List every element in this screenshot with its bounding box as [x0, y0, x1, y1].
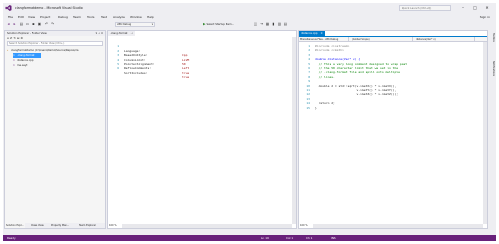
save-icon[interactable]: ▪ [31, 22, 36, 27]
file-icon: ▫ [13, 64, 15, 67]
status-ready: Ready [7, 236, 16, 240]
search-placeholder: Search Solution Explorer - Folder View (… [9, 42, 65, 45]
minimize-button[interactable]: – [458, 4, 468, 12]
standard-toolbar: ◂ ▸ ▤ ▭ ▪ ▣ ↶ ↷ x86 Debug ▾ ▶ Select Sta… [3, 20, 496, 29]
settings-icon[interactable]: ⚙ [20, 36, 23, 40]
configuration-value: x86 Debug [117, 23, 132, 26]
line-number: 15 [306, 105, 310, 110]
start-button-label: Select Startup Item... [206, 23, 235, 26]
close-button[interactable]: ✕ [482, 4, 492, 12]
project-dropdown[interactable]: Miscellaneous Files - x86 Debug [299, 37, 349, 42]
tab-property-manager[interactable]: Property Man... [50, 223, 70, 228]
tab-label: distance.cpp [301, 32, 318, 35]
code-line: SortIncludes: [124, 71, 147, 75]
toolbar-icon-6[interactable]: ▤ [283, 22, 288, 27]
start-button[interactable]: ▶ Select Startup Item... [203, 22, 234, 27]
tab-solution-explorer[interactable]: Solution Expl... [5, 223, 25, 228]
toolbar-icon-5[interactable]: ▥ [277, 22, 282, 27]
vs-window: clangformatdemo - Microsoft Visual Studi… [3, 3, 496, 241]
member-dropdown[interactable]: distance(Vec* v) [415, 37, 475, 42]
open-file-icon[interactable]: ▭ [25, 22, 30, 27]
save-all-icon[interactable]: ▣ [37, 22, 42, 27]
refresh-icon[interactable]: ↻ [13, 36, 16, 40]
new-project-icon[interactable]: ▤ [19, 22, 24, 27]
tab-team-explorer[interactable]: Team Explorer [78, 223, 97, 228]
back-icon[interactable]: ◂ [6, 22, 11, 27]
horizontal-scrollbar[interactable] [313, 224, 483, 228]
toolbar-icon-2[interactable]: ⇥ [259, 22, 264, 27]
undo-icon[interactable]: ↶ [44, 22, 49, 27]
code-line: } [315, 105, 317, 110]
tab-class-view[interactable]: Class View [30, 223, 45, 228]
quick-launch-input[interactable]: Quick Launch (Ctrl+Q) ⌕ [399, 5, 451, 11]
menu-help[interactable]: Help [147, 15, 154, 19]
solution-explorer-panel: Solution Explorer - Folder View ▾ ⊣ ✕ ⌂ … [4, 30, 106, 229]
vertical-scrollbar[interactable] [292, 37, 296, 224]
tree-item-label: clangformatdemo (C:\Users\Demo\Source\Re… [11, 49, 79, 52]
solution-configuration-select[interactable]: x86 Debug ▾ [115, 22, 155, 27]
navigation-bar: Miscellaneous Files - x86 Debug (Global … [299, 37, 487, 42]
close-icon[interactable]: ✕ [321, 32, 323, 35]
yaml-key: SortIncludes: [124, 70, 148, 75]
home-icon[interactable]: ⌂ [7, 36, 9, 40]
toolbar-icon-1[interactable]: ◫ [253, 22, 258, 27]
solution-explorer-title: Solution Explorer - Folder View [7, 32, 47, 35]
folder-icon: ▸ [7, 49, 9, 52]
tab-notifications[interactable]: Notifications [490, 61, 495, 76]
status-bar: Ready Ln 19 Col 1 Ch 1 INS [3, 235, 496, 241]
toolbar-icon-4[interactable]: ▮ [271, 22, 276, 27]
right-tool-strip: Toolbox Notifications [489, 29, 496, 229]
tab-clang-format[interactable]: .clang-format ⊣ [108, 31, 135, 36]
horizontal-scrollbar[interactable] [122, 224, 292, 228]
sign-in-link[interactable]: Sign in [480, 15, 490, 19]
cpp-editor: distance.cpp ✕ Miscellaneous Files - x86 … [298, 30, 488, 229]
line-number: 6 [117, 66, 119, 71]
menu-debug[interactable]: Debug [58, 15, 68, 19]
tree-item-label: me.sayt [17, 64, 28, 67]
tab-toolbox[interactable]: Toolbox [490, 33, 495, 42]
visual-studio-logo-icon [5, 5, 12, 11]
zoom-level[interactable]: 100 % [109, 224, 117, 228]
menu-project[interactable]: Project [40, 15, 50, 19]
clang-format-editor: .clang-format ⊣ 1 Language: Cpp 2 BasedOn… [107, 30, 297, 229]
search-icon: ⌕ [402, 7, 404, 10]
status-column: Col 1 [286, 236, 294, 240]
menu-edit[interactable]: Edit [18, 15, 24, 19]
tab-label: .clang-format [110, 32, 128, 35]
title-bar: clangformatdemo - Microsoft Visual Studi… [3, 3, 496, 14]
pin-icon[interactable]: ⊣ [130, 32, 132, 35]
status-char: Ch 1 [306, 236, 313, 240]
redo-icon[interactable]: ↷ [50, 22, 55, 27]
menu-analyze[interactable]: Analyze [113, 15, 125, 19]
menu-team[interactable]: Team [73, 15, 81, 19]
solution-explorer-bottom-tabs: Solution Expl... Class View Property Man… [5, 223, 105, 228]
chevron-down-icon: ▾ [151, 23, 153, 26]
tree-item-label: .clang-format [17, 54, 35, 57]
vertical-scrollbar[interactable] [483, 42, 487, 224]
menu-test[interactable]: Test [101, 15, 107, 19]
tree-item-me-sayt[interactable]: ▫ me.sayt [13, 63, 27, 68]
yaml-value: true [182, 75, 190, 80]
tree-item-label: distance.cpp [17, 59, 34, 62]
forward-icon[interactable]: ▸ [12, 22, 17, 27]
sync-icon[interactable]: ⇄ [10, 36, 13, 40]
scope-dropdown[interactable]: (Global Scope) [351, 37, 413, 42]
maximize-button[interactable]: □ [470, 4, 480, 12]
menu-view[interactable]: View [28, 15, 35, 19]
solution-explorer-search-input[interactable]: Search Solution Explorer - Folder View (… [7, 41, 103, 46]
status-line: Ln 19 [261, 236, 269, 240]
zoom-level[interactable]: 100 % [300, 224, 308, 228]
collapse-icon[interactable]: ⊟ [17, 36, 20, 40]
yaml-key: ReflowComments: [124, 66, 152, 71]
menu-file[interactable]: File [8, 15, 13, 19]
window-title: clangformatdemo - Microsoft Visual Studi… [15, 6, 83, 10]
status-insert-mode: INS [331, 236, 336, 240]
menu-window[interactable]: Window [130, 15, 142, 19]
toolbar-icon-3[interactable]: ▦ [265, 22, 270, 27]
menu-tools[interactable]: Tools [87, 15, 94, 19]
